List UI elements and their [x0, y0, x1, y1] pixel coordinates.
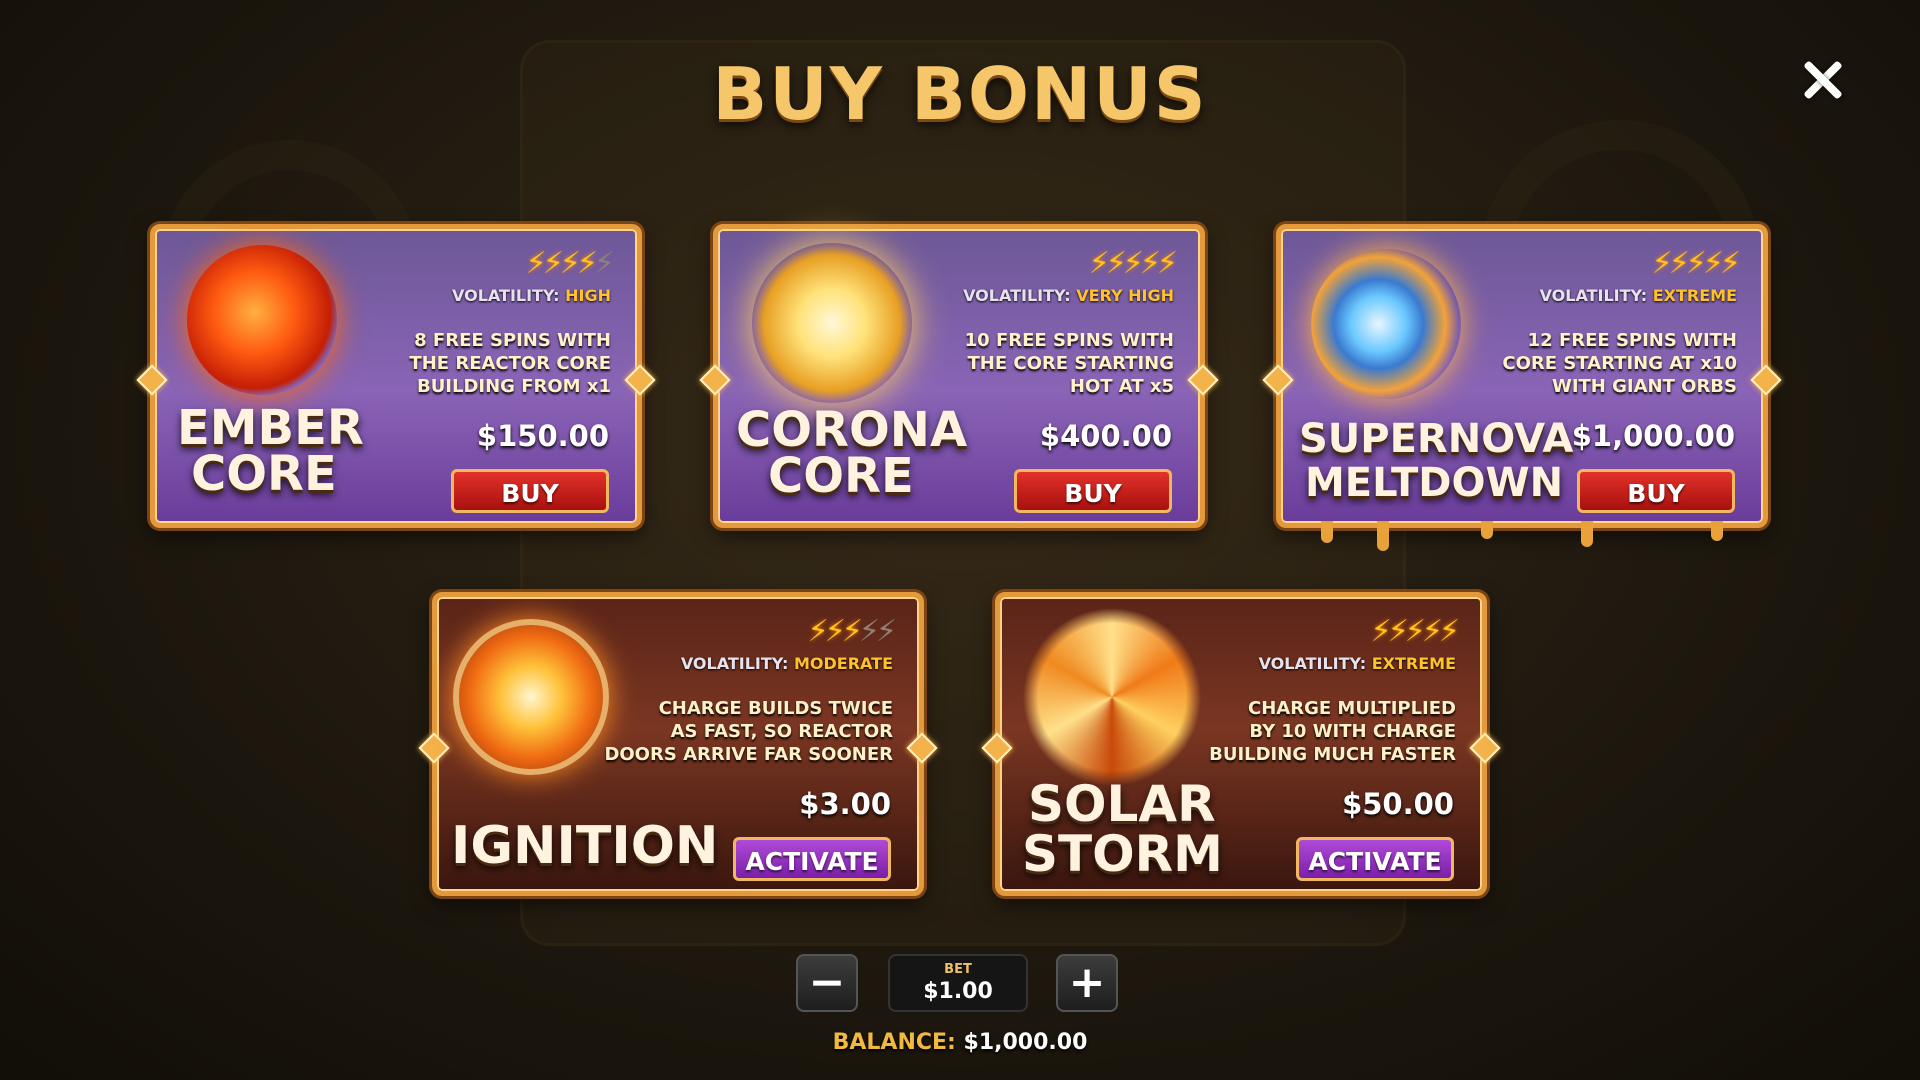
ignition-orb-icon: [453, 619, 609, 775]
lightning-bolt-icon: ⚡: [1156, 246, 1178, 281]
bonus-price: $1,000.00: [1571, 419, 1735, 453]
lightning-bolt-icon: ⚡: [1668, 246, 1690, 281]
bonus-description: 10 FREE SPINS WITH THE CORE STARTING HOT A…: [964, 330, 1174, 397]
volatility-text: VOLATILITY: HIGH: [451, 286, 611, 305]
balance-value: $1,000.00: [963, 1030, 1088, 1055]
lightning-bolt-icon: ⚡: [1438, 614, 1460, 649]
buy-button[interactable]: BUY: [451, 469, 609, 513]
molten-drip: [1711, 521, 1723, 541]
bet-value: $1.00: [923, 979, 993, 1004]
lightning-bolt-icon: ⚡: [858, 614, 880, 649]
volatility-text: VOLATILITY: EXTREME: [1539, 286, 1737, 305]
bonus-card-supernova-meltdown: ⚡⚡⚡⚡⚡ VOLATILITY: EXTREME 12 FREE SPINS …: [1262, 224, 1782, 551]
bonus-name: EMBER CORE: [177, 400, 364, 502]
volatility-bolts: ⚡⚡⚡⚡⚡: [525, 246, 615, 281]
bonus-card-ignition: ⚡⚡⚡⚡⚡ VOLATILITY: MODERATE CHARGE BUILDS…: [418, 592, 938, 896]
lightning-bolt-icon: ⚡: [1719, 246, 1741, 281]
lightning-bolt-icon: ⚡: [1122, 246, 1144, 281]
lightning-bolt-icon: ⚡: [559, 246, 581, 281]
close-icon[interactable]: [1800, 58, 1844, 102]
volatility-bolts: ⚡⚡⚡⚡⚡: [1370, 614, 1460, 649]
volatility-text: VOLATILITY: EXTREME: [1258, 654, 1456, 673]
molten-drip: [1377, 521, 1389, 551]
lightning-bolt-icon: ⚡: [1702, 246, 1724, 281]
lightning-bolt-icon: ⚡: [542, 246, 564, 281]
lightning-bolt-icon: ⚡: [1421, 614, 1443, 649]
decrease-bet-button[interactable]: −: [796, 954, 858, 1012]
bonus-name: SUPERNOVA MELTDOWN: [1299, 416, 1574, 506]
supernova-orb-icon: [1311, 249, 1461, 399]
fire-orb-icon: [187, 245, 337, 395]
activate-button[interactable]: ACTIVATE: [1296, 837, 1454, 881]
lightning-bolt-icon: ⚡: [807, 614, 829, 649]
bonus-price: $400.00: [1039, 419, 1172, 453]
page-title: BUY BONUS: [712, 52, 1208, 136]
modal-overlay: [0, 0, 1920, 1080]
molten-drip: [1481, 521, 1493, 539]
lightning-bolt-icon: ⚡: [1105, 246, 1127, 281]
volatility-bolts: ⚡⚡⚡⚡⚡: [1088, 246, 1178, 281]
buy-button[interactable]: BUY: [1577, 469, 1735, 513]
lightning-bolt-icon: ⚡: [593, 246, 615, 281]
bonus-description: 8 FREE SPINS WITH THE REACTOR CORE BUILDIN…: [409, 330, 611, 397]
lightning-bolt-icon: ⚡: [1685, 246, 1707, 281]
molten-drip: [1321, 521, 1333, 543]
bonus-name: CORONA CORE: [736, 402, 968, 504]
lightning-bolt-icon: ⚡: [1370, 614, 1392, 649]
volatility-text: VOLATILITY: MODERATE: [680, 654, 893, 673]
lightning-bolt-icon: ⚡: [824, 614, 846, 649]
increase-bet-button[interactable]: +: [1056, 954, 1118, 1012]
bonus-card-solar-storm: ⚡⚡⚡⚡⚡ VOLATILITY: EXTREME CHARGE MULTIPL…: [981, 592, 1501, 896]
molten-drip: [1581, 521, 1593, 547]
bet-label: BET: [944, 962, 972, 977]
balance-label: BALANCE:: [832, 1030, 956, 1055]
bonus-description: CHARGE MULTIPLIED BY 10 WITH CHARGE BUILDI…: [1209, 698, 1456, 765]
volatility-text: VOLATILITY: VERY HIGH: [963, 286, 1174, 305]
bonus-name: SOLAR STORM: [1022, 775, 1223, 883]
buy-button[interactable]: BUY: [1014, 469, 1172, 513]
bonus-description: CHARGE BUILDS TWICE AS FAST, SO REACTOR DO…: [604, 698, 893, 765]
activate-button[interactable]: ACTIVATE: [733, 837, 891, 881]
lightning-bolt-icon: ⚡: [1139, 246, 1161, 281]
bonus-card-ember-core: ⚡⚡⚡⚡⚡ VOLATILITY: HIGH 8 FREE SPINS WITH…: [136, 224, 656, 528]
electric-orb-icon: [752, 243, 912, 403]
balance-display: BALANCE: $1,000.00: [0, 1030, 1920, 1055]
volatility-bolts: ⚡⚡⚡⚡⚡: [1651, 246, 1741, 281]
bonus-price: $3.00: [799, 787, 891, 821]
lightning-bolt-icon: ⚡: [1387, 614, 1409, 649]
lightning-bolt-icon: ⚡: [1651, 246, 1673, 281]
bet-display: BET $1.00: [888, 954, 1028, 1012]
lightning-bolt-icon: ⚡: [1404, 614, 1426, 649]
bonus-card-corona-core: ⚡⚡⚡⚡⚡ VOLATILITY: VERY HIGH 10 FREE SPIN…: [699, 224, 1219, 528]
lightning-bolt-icon: ⚡: [875, 614, 897, 649]
lightning-bolt-icon: ⚡: [841, 614, 863, 649]
lightning-bolt-icon: ⚡: [1088, 246, 1110, 281]
bonus-price: $150.00: [476, 419, 609, 453]
lightning-bolt-icon: ⚡: [576, 246, 598, 281]
bonus-description: 12 FREE SPINS WITH CORE STARTING AT x10 WI…: [1502, 330, 1737, 397]
bonus-name: IGNITION: [451, 816, 719, 876]
bonus-price: $50.00: [1342, 787, 1454, 821]
volatility-bolts: ⚡⚡⚡⚡⚡: [807, 614, 897, 649]
lightning-bolt-icon: ⚡: [525, 246, 547, 281]
